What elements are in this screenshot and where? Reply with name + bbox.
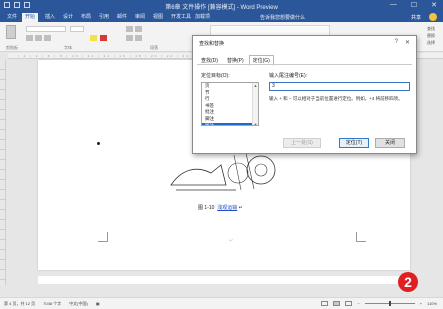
zoom-out-button[interactable]: − [357, 301, 359, 306]
font-size-box[interactable] [70, 26, 84, 32]
font-name-box[interactable] [26, 26, 66, 32]
zoom-slider-thumb[interactable] [388, 301, 391, 306]
tab-file[interactable]: 文件 [4, 13, 20, 22]
tab-mailings[interactable]: 邮件 [114, 13, 130, 22]
caption-link[interactable]: 浅观运输 [217, 205, 237, 211]
bold-icon[interactable] [26, 35, 33, 41]
find-replace-dialog: 查找和替换 ? ✕ 查找(D) 替换(P) 定位(G) 定位目标(O): 页 节… [192, 35, 417, 154]
tab-home[interactable]: 开始 [22, 13, 39, 22]
list-item[interactable]: 节 [202, 90, 258, 97]
maximize-button[interactable]: ☐ [411, 1, 417, 9]
tab-design[interactable]: 设计 [60, 13, 76, 22]
group-font-label: 字体 [64, 45, 72, 50]
figure-caption: 图 1-10 浅观运输 ↵ [198, 204, 243, 211]
language-indicator[interactable]: 中文(中国) [69, 301, 88, 307]
group-paragraph-label: 段落 [150, 45, 158, 50]
zoom-level[interactable]: 110% [427, 301, 437, 306]
zoom-slider[interactable] [364, 301, 415, 306]
callout-badge: 2 [398, 272, 418, 292]
tab-view[interactable]: 视图 [150, 13, 166, 22]
caption-label: 图 1-10 [198, 205, 215, 211]
replace-button[interactable]: 替换 [427, 32, 435, 39]
paste-icon[interactable] [6, 25, 16, 39]
dialog-close-icon[interactable]: ✕ [405, 39, 410, 46]
list-item[interactable]: 行 [202, 96, 258, 103]
window-title: 第6章 文件操作 [兼容模式] - Word Preview [165, 5, 278, 11]
share-button[interactable]: 共享 [411, 14, 421, 21]
select-button[interactable]: 选择 [427, 39, 435, 46]
page-count[interactable]: 第 4 页，共 12 页 [4, 301, 35, 307]
numbering-icon[interactable] [135, 26, 142, 32]
scroll-up-icon[interactable]: ▲ [253, 83, 258, 88]
find-button[interactable]: 查找 [427, 25, 435, 32]
tell-me-search[interactable]: 告诉我您想要做什么 [260, 14, 305, 21]
list-item[interactable]: 批注 [202, 109, 258, 116]
window-controls: — ☐ ✕ [390, 1, 437, 9]
bullets-icon[interactable] [126, 26, 133, 32]
tab-review[interactable]: 审阅 [132, 13, 148, 22]
bullet-dot [97, 142, 100, 145]
tab-layout[interactable]: 布局 [78, 13, 94, 22]
zoom-in-button[interactable]: + [420, 301, 422, 306]
italic-icon[interactable] [35, 35, 42, 41]
dialog-title: 查找和替换 [199, 41, 225, 47]
align-center-icon[interactable] [135, 35, 142, 41]
tab-developer[interactable]: 开发工具 [168, 13, 194, 22]
read-mode-button[interactable] [321, 301, 329, 306]
tab-references[interactable]: 引用 [96, 13, 112, 22]
feedback-smiley-icon[interactable] [429, 13, 437, 21]
caption-paragraph-mark: ↵ [238, 205, 243, 211]
underline-icon[interactable] [44, 35, 51, 41]
tab-insert[interactable]: 插入 [42, 13, 58, 22]
editing-group: 查找 替换 选择 [427, 25, 435, 46]
minimize-button[interactable]: — [390, 1, 397, 9]
list-item[interactable]: 页 [202, 83, 258, 90]
next-document-page[interactable] [38, 276, 410, 284]
highlight-icon[interactable] [90, 35, 97, 41]
ribbon-tabs: 文件 开始 插入 设计 布局 引用 邮件 审阅 视图 开发工具 加载项 告诉我您… [0, 12, 443, 22]
vertical-ruler[interactable] [0, 60, 6, 285]
previous-button[interactable]: 上一处(S) [283, 138, 321, 148]
close-button[interactable]: 关闭 [375, 138, 405, 148]
dialog-help-button[interactable]: ? [395, 39, 398, 45]
list-item-selected[interactable]: 尾注 [202, 122, 258, 125]
print-layout-button[interactable] [333, 301, 341, 306]
input-label: 输入尾注编号(E): [269, 73, 308, 79]
macro-record-icon[interactable]: ▣ [96, 301, 100, 307]
title-bar: 第6章 文件操作 [兼容模式] - Word Preview — ☐ ✕ [0, 0, 443, 12]
goto-target-label: 定位目标(O): [201, 73, 230, 79]
group-clipboard-label: 剪贴板 [6, 45, 18, 50]
paragraph-mark: ↵ [229, 238, 234, 244]
margin-corner-left [98, 232, 108, 242]
tab-divider [197, 64, 412, 65]
font-color-icon[interactable] [100, 35, 107, 41]
goto-number-input[interactable]: 3 [269, 82, 410, 91]
word-count[interactable]: 7048 个字 [43, 301, 61, 307]
align-left-icon[interactable] [126, 35, 133, 41]
list-item[interactable]: 脚注 [202, 116, 258, 123]
input-hint-text: 输入 + 和 − 可以相对于当前位置进行定位。例如，+4 将前移四项。 [269, 96, 403, 101]
tab-addins[interactable]: 加载项 [192, 13, 213, 22]
list-scrollbar[interactable]: ▲ ▼ [252, 83, 258, 125]
goto-target-list[interactable]: 页 节 行 书签 批注 脚注 尾注 ▲ ▼ [201, 82, 259, 126]
web-layout-button[interactable] [345, 301, 353, 306]
goto-button[interactable]: 定位(T) [339, 138, 369, 148]
margin-corner-right [356, 232, 366, 242]
status-bar: 第 4 页，共 12 页 7048 个字 中文(中国) ▣ − + 110% [0, 297, 443, 309]
close-window-button[interactable]: ✕ [431, 1, 437, 9]
